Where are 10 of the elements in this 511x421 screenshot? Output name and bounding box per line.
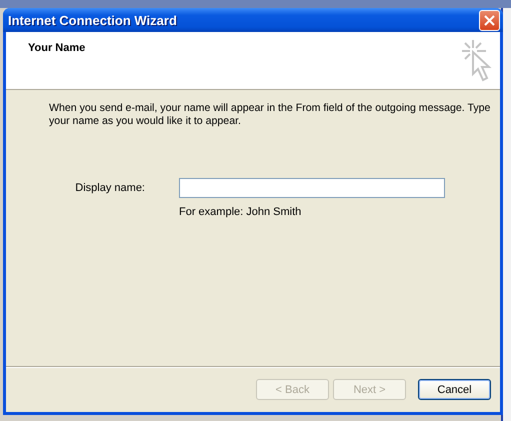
close-button[interactable]	[479, 10, 500, 30]
intro-text: When you send e-mail, your name will appear in the From field of the outgoing message. Type your name as you would like it to appear.	[49, 102, 492, 128]
close-icon	[484, 14, 495, 26]
example-hint: For example: John Smith	[179, 206, 302, 218]
display-name-field[interactable]	[179, 178, 445, 198]
field-label: Display name:	[74, 182, 145, 194]
page-title: Your Name	[28, 42, 86, 56]
sparkle-cursor-icon	[460, 38, 494, 82]
wizard-button[interactable]: Cancel	[418, 379, 491, 400]
window-title: Internet Connection Wizard	[8, 12, 178, 28]
